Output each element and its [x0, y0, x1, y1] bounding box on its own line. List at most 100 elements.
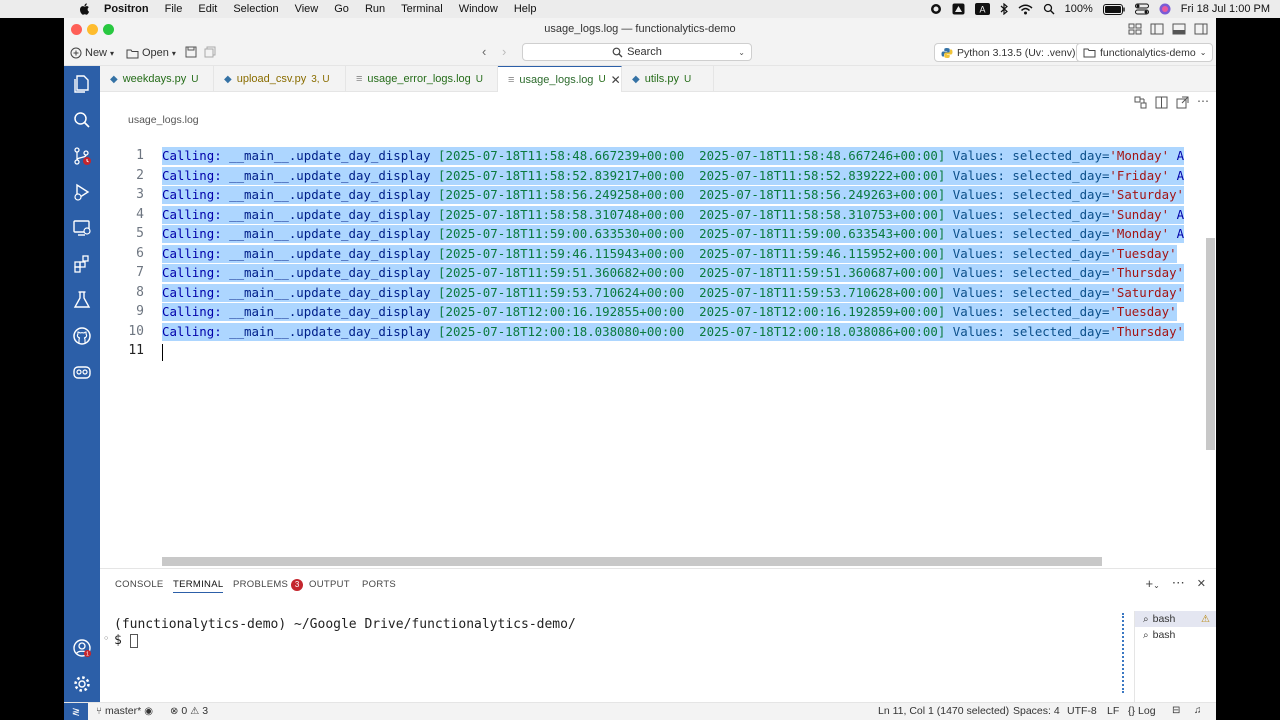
- input-source-icon[interactable]: A: [974, 3, 990, 15]
- wifi-icon[interactable]: [1018, 4, 1033, 15]
- zoom-window-button[interactable]: [103, 24, 114, 35]
- line-number: 9: [136, 304, 144, 319]
- toggle-panel-icon[interactable]: [1172, 22, 1186, 36]
- braces-icon: {}: [1128, 705, 1136, 717]
- command-center-search[interactable]: Search ⌄: [522, 43, 752, 61]
- warning-icon: ⚠: [190, 705, 200, 717]
- activity-bar: 1: [64, 66, 100, 702]
- tab-utils-py[interactable]: ◆ utils.py U: [622, 66, 714, 92]
- close-icon[interactable]: ✕: [611, 73, 621, 87]
- feedback-icon[interactable]: ⊟: [1172, 705, 1180, 716]
- interpreter-selector[interactable]: Python 3.13.5 (Uv: .venv): [934, 43, 1083, 62]
- menu-terminal[interactable]: Terminal: [401, 3, 443, 15]
- more-actions-icon[interactable]: ⋯: [1197, 95, 1209, 110]
- settings-gear-icon[interactable]: [72, 674, 92, 694]
- siri-icon[interactable]: [1159, 3, 1171, 15]
- tab-ports[interactable]: PORTS: [362, 579, 396, 590]
- vertical-scrollbar[interactable]: [1206, 238, 1215, 450]
- open-in-new-window-icon[interactable]: [1176, 96, 1189, 109]
- more-actions-icon[interactable]: ⋯: [1172, 575, 1185, 591]
- timestamp-range: [2025-07-18T11:59:00.633530+00:00 2025-0…: [430, 226, 946, 241]
- menu-go[interactable]: Go: [334, 3, 349, 15]
- apple-logo-icon[interactable]: [78, 2, 92, 16]
- menubar-clock[interactable]: Fri 18 Jul 1:00 PM: [1181, 3, 1270, 15]
- back-arrow-icon[interactable]: ‹: [482, 44, 486, 59]
- indentation[interactable]: Spaces: 4: [1013, 705, 1060, 717]
- tab-terminal[interactable]: TERMINAL: [173, 579, 224, 593]
- values-key: Values: selected_day=: [945, 323, 1110, 339]
- toggle-secondary-sidebar-icon[interactable]: [1194, 22, 1208, 36]
- explorer-icon[interactable]: [72, 74, 92, 94]
- log-keyword: Calling:: [162, 304, 230, 319]
- customize-layout-icon[interactable]: [1128, 22, 1142, 36]
- forward-arrow-icon[interactable]: ›: [502, 44, 506, 59]
- terminal-item-bash-2[interactable]: ⌕ bash: [1135, 627, 1216, 643]
- source-control-icon[interactable]: [72, 146, 92, 166]
- tab-output[interactable]: OUTPUT: [309, 579, 350, 590]
- save-icon[interactable]: [185, 46, 197, 58]
- new-terminal-icon[interactable]: +⌄: [1145, 576, 1159, 591]
- encoding[interactable]: UTF-8: [1067, 705, 1097, 717]
- code-line: Calling: __main__.update_day_display [20…: [162, 322, 1185, 341]
- tab-weekdays-py[interactable]: ◆ weekdays.py U: [100, 66, 214, 92]
- end-of-line[interactable]: LF: [1107, 705, 1119, 717]
- close-panel-icon[interactable]: ✕: [1197, 577, 1206, 590]
- open-button[interactable]: Open ▾: [126, 44, 176, 62]
- accounts-icon[interactable]: 1: [72, 638, 92, 658]
- terminal-output[interactable]: (functionalytics-demo) ~/Google Drive/fu…: [114, 617, 576, 649]
- code-line: Calling: __main__.update_day_display [20…: [162, 186, 1185, 204]
- timestamp-range: [2025-07-18T11:58:48.667239+00:00 2025-0…: [430, 148, 946, 163]
- bluetooth-icon[interactable]: [1000, 3, 1008, 15]
- menu-view[interactable]: View: [295, 3, 319, 15]
- tab-problems[interactable]: PROBLEMS 3: [233, 579, 304, 591]
- record-icon[interactable]: [930, 3, 942, 15]
- github-icon[interactable]: [72, 326, 92, 346]
- new-button[interactable]: New ▾: [70, 44, 114, 62]
- cursor-position[interactable]: Ln 11, Col 1 (1470 selected): [878, 705, 1009, 717]
- tab-problems-label: PROBLEMS: [233, 579, 289, 590]
- tab-upload-csv-py[interactable]: ◆ upload_csv.py 3, U: [214, 66, 346, 92]
- control-center-icon[interactable]: [1134, 3, 1149, 15]
- compare-changes-icon[interactable]: [1134, 96, 1147, 109]
- menu-edit[interactable]: Edit: [198, 3, 217, 15]
- branch-indicator[interactable]: ⑂ master* ◉: [96, 705, 153, 717]
- function-name: __main__.update_day_display: [229, 206, 431, 222]
- testing-flask-icon[interactable]: [72, 290, 92, 310]
- new-button-label: New: [85, 47, 108, 59]
- breadcrumb[interactable]: usage_logs.log: [128, 114, 199, 126]
- line-overflow: A: [1169, 167, 1185, 183]
- menu-run[interactable]: Run: [365, 3, 385, 15]
- menu-app-positron[interactable]: Positron: [104, 3, 149, 15]
- menu-file[interactable]: File: [165, 3, 183, 15]
- tab-console[interactable]: CONSOLE: [115, 579, 164, 590]
- workspace-selector[interactable]: functionalytics-demo ⌄: [1076, 43, 1214, 62]
- extensions-icon[interactable]: [72, 254, 92, 274]
- battery-icon[interactable]: [1102, 3, 1125, 15]
- language-mode[interactable]: {} Log: [1128, 705, 1156, 717]
- notifications-bell-icon[interactable]: ♫: [1194, 705, 1202, 716]
- warning-count: 3: [202, 705, 209, 717]
- search-icon[interactable]: [72, 110, 92, 130]
- close-window-button[interactable]: [71, 24, 82, 35]
- problems-indicator[interactable]: ⊗ 0 ⚠ 3: [170, 705, 208, 717]
- code-editor[interactable]: 1 Calling: __main__.update_day_display [2…: [100, 128, 1216, 576]
- menu-selection[interactable]: Selection: [233, 3, 278, 15]
- menu-help[interactable]: Help: [514, 3, 537, 15]
- save-all-icon[interactable]: [204, 46, 216, 58]
- terminal-cursor: [129, 633, 138, 648]
- toggle-primary-sidebar-icon[interactable]: [1150, 22, 1164, 36]
- horizontal-scrollbar[interactable]: [162, 557, 1102, 566]
- terminal-item-bash-1[interactable]: ⌕ bash ⚠: [1135, 611, 1216, 627]
- tab-usage-error-logs[interactable]: ≡ usage_error_logs.log U: [346, 66, 498, 92]
- tab-usage-logs[interactable]: ≡ usage_logs.log U ✕: [498, 66, 622, 92]
- spotlight-search-icon[interactable]: [1043, 3, 1055, 15]
- remote-indicator[interactable]: ≷: [64, 703, 88, 720]
- menu-window[interactable]: Window: [459, 3, 498, 15]
- remote-explorer-icon[interactable]: [72, 218, 92, 238]
- copilot-icon[interactable]: [72, 362, 92, 382]
- terminal-item-label: bash: [1152, 613, 1176, 625]
- run-and-debug-icon[interactable]: [72, 182, 92, 202]
- split-editor-icon[interactable]: [1155, 96, 1168, 109]
- app-status-icon[interactable]: [952, 3, 965, 15]
- minimize-window-button[interactable]: [87, 24, 98, 35]
